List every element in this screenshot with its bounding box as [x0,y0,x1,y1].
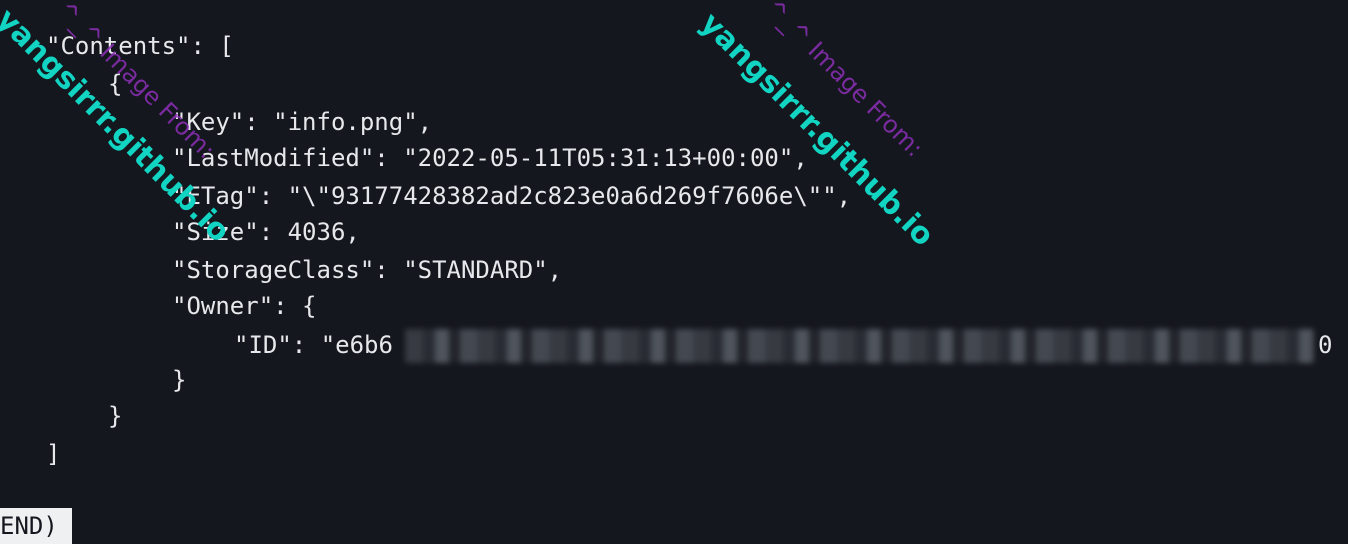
json-line-close-owner: } [172,366,187,394]
json-line-open-brace: { [108,70,123,98]
json-line-key: "Key": "info.png", [172,108,433,136]
owner-id-tail: 0 [1318,331,1333,359]
json-line-owner-id: "ID": "e6b6 [234,331,393,359]
terminal-output: "Contents": [ { "Key": "info.png", "Last… [0,0,1348,544]
json-line-last-modified: "LastModified": "2022-05-11T05:31:13+00:… [172,144,808,172]
json-line-etag: "ETag": "\"93177428382ad2c823e0a6d269f76… [172,182,852,210]
json-line-owner: "Owner": { [172,292,317,320]
redacted-owner-id [405,329,1315,363]
json-line-contents: "Contents": [ [46,32,234,60]
json-line-storage-class: "StorageClass": "STANDARD", [172,256,563,284]
pager-end-prompt: END) [0,508,72,544]
json-line-close-array: ] [46,440,61,468]
json-line-size: "Size": 4036, [172,218,360,246]
json-line-close-object: } [108,402,123,430]
